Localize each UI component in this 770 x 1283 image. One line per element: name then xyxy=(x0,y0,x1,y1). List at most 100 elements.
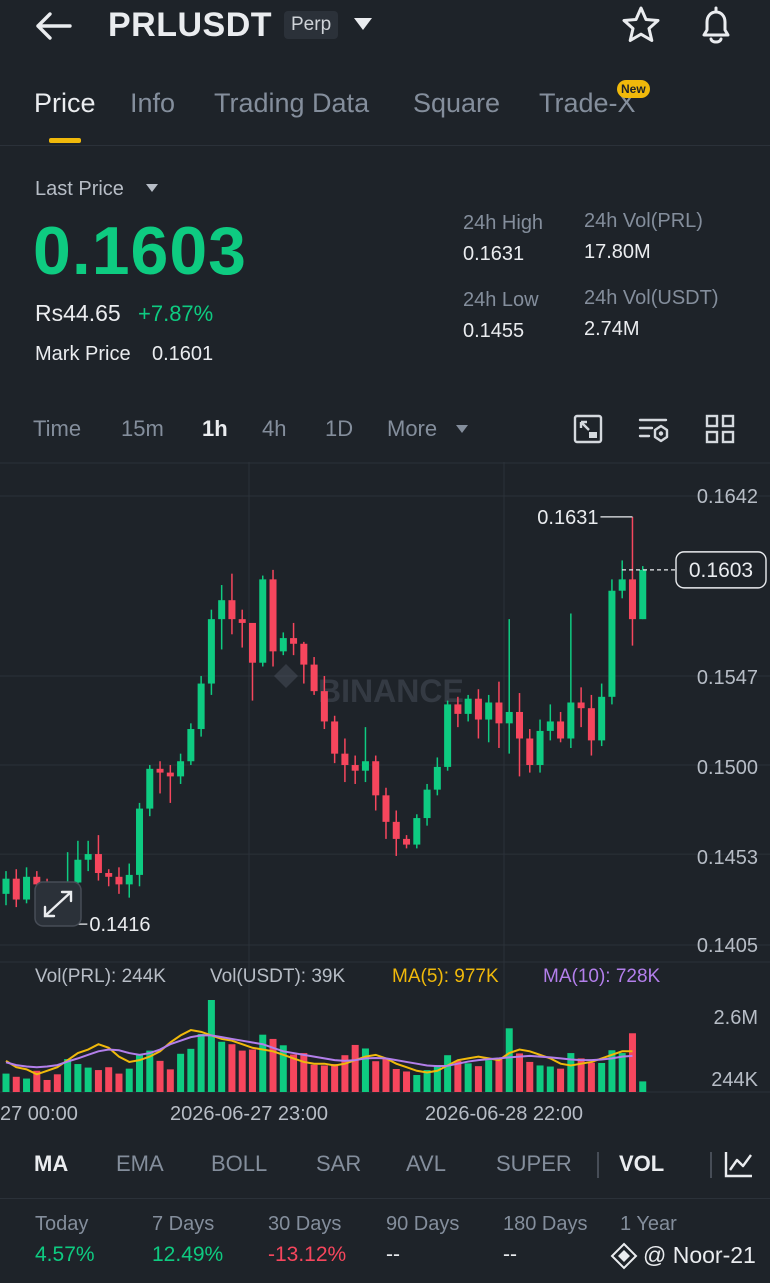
last-price-label[interactable]: Last Price xyxy=(35,178,124,201)
interval-1h[interactable]: 1h xyxy=(202,416,228,442)
binance-logo-icon xyxy=(610,1242,638,1270)
favorite-star-icon[interactable] xyxy=(620,4,662,46)
volume-bar xyxy=(485,1060,493,1092)
volume-bar xyxy=(12,1076,20,1092)
vol-base-label: 24h Vol(PRL) xyxy=(584,210,703,232)
perf-180d-value: -- xyxy=(503,1243,517,1266)
mark-price-value: 0.1601 xyxy=(152,343,214,365)
indicator-vol[interactable]: VOL xyxy=(619,1151,664,1177)
tab-bar: Price Info Trading Data Square Trade-X xyxy=(0,80,770,144)
vol-base-value: 17.80M xyxy=(584,241,651,263)
low-24h-value: 0.1455 xyxy=(463,320,525,342)
candle-body xyxy=(639,569,647,620)
volume-bar xyxy=(207,1000,215,1092)
candle-body xyxy=(310,664,318,692)
interval-more[interactable]: More xyxy=(387,416,437,442)
candle-body xyxy=(156,768,164,773)
indicator-sar[interactable]: SAR xyxy=(316,1151,361,1177)
fiat-price: Rs44.65 xyxy=(35,300,121,326)
grid-layout-icon[interactable] xyxy=(703,412,737,446)
tab-trading-data[interactable]: Trading Data xyxy=(214,88,369,119)
tab-price[interactable]: Price xyxy=(34,88,96,119)
interval-1d[interactable]: 1D xyxy=(325,416,353,442)
volume-bar xyxy=(454,1060,462,1092)
new-badge: New xyxy=(617,80,650,98)
indicator-settings-icon[interactable] xyxy=(722,1148,756,1180)
fullscreen-icon[interactable] xyxy=(571,412,605,446)
volume-bar xyxy=(546,1066,554,1092)
volume-bar xyxy=(403,1071,411,1092)
volume-bar xyxy=(166,1069,174,1092)
price-change-percent: +7.87% xyxy=(138,301,214,326)
caret-down-icon[interactable] xyxy=(352,16,374,32)
interval-15m[interactable]: 15m xyxy=(121,416,164,442)
candle-body xyxy=(587,708,595,741)
ma10-legend: MA(10): 728K xyxy=(543,966,661,987)
candle-body xyxy=(372,761,380,796)
candle-body xyxy=(577,702,585,709)
interval-time[interactable]: Time xyxy=(33,416,81,442)
volume-axis-label: 2.6M xyxy=(714,1007,758,1029)
volume-bar xyxy=(310,1064,318,1092)
volume-bar xyxy=(331,1064,339,1092)
chart-settings-icon[interactable] xyxy=(637,412,671,446)
candle-body xyxy=(94,854,102,874)
notification-bell-icon[interactable] xyxy=(694,4,738,48)
candle-body xyxy=(84,854,92,860)
high-24h-value: 0.1631 xyxy=(463,243,525,265)
indicator-super[interactable]: SUPER xyxy=(496,1151,572,1177)
candle-body xyxy=(444,704,452,767)
volume-bar xyxy=(474,1066,482,1092)
volume-bar xyxy=(238,1050,246,1092)
volume-bar xyxy=(300,1053,308,1092)
volume-bar xyxy=(639,1081,647,1092)
volume-base-legend: Vol(PRL): 244K xyxy=(35,966,166,987)
candle-body xyxy=(464,698,472,714)
price-axis-label: 0.1547 xyxy=(697,667,758,689)
candle-body xyxy=(608,590,616,697)
expand-chart-button[interactable] xyxy=(34,881,82,927)
indicator-separator xyxy=(710,1152,712,1178)
candle-body xyxy=(177,761,185,777)
tab-info[interactable]: Info xyxy=(130,88,175,119)
volume-bar xyxy=(587,1062,595,1092)
indicator-boll[interactable]: BOLL xyxy=(211,1151,267,1177)
volume-bar xyxy=(43,1079,51,1092)
price-chart[interactable]: BINANCE 0.1642 0.1547 0.1500 0.1453 0.14… xyxy=(0,462,770,1142)
low-annotation: 0.1416 xyxy=(89,914,150,936)
caret-down-icon[interactable] xyxy=(455,424,469,434)
candle-body xyxy=(557,721,565,739)
tab-square[interactable]: Square xyxy=(413,88,500,119)
candle-body xyxy=(146,768,154,809)
perf-7d-value: 12.49% xyxy=(152,1243,224,1266)
caret-down-icon[interactable] xyxy=(145,183,159,193)
candle-body xyxy=(187,729,195,762)
vol-quote-value: 2.74M xyxy=(584,318,640,340)
candle-body xyxy=(269,579,277,652)
back-arrow-icon[interactable] xyxy=(30,8,76,44)
symbol-title[interactable]: PRLUSDT xyxy=(108,6,272,45)
candle-body xyxy=(598,696,606,741)
candle-body xyxy=(536,730,544,766)
volume-bar xyxy=(444,1055,452,1092)
volume-bar xyxy=(248,1049,256,1092)
perf-90d-label: 90 Days xyxy=(386,1213,460,1235)
volume-bar xyxy=(2,1073,10,1092)
volume-bar xyxy=(526,1061,534,1092)
candle-body xyxy=(505,711,513,724)
indicator-avl[interactable]: AVL xyxy=(406,1151,446,1177)
interval-4h[interactable]: 4h xyxy=(262,416,286,442)
perp-badge: Perp xyxy=(284,11,339,39)
volume-bar xyxy=(598,1062,606,1092)
indicator-ema[interactable]: EMA xyxy=(116,1151,164,1177)
candle-body xyxy=(331,721,339,754)
candle-body xyxy=(351,765,359,771)
candle-body xyxy=(516,711,523,739)
user-watermark: @ Noor-21 xyxy=(643,1242,756,1268)
indicator-ma[interactable]: MA xyxy=(34,1151,68,1177)
volume-bar xyxy=(361,1048,369,1092)
volume-bar xyxy=(382,1058,390,1092)
volume-bar xyxy=(197,1033,205,1092)
volume-bar xyxy=(218,1041,226,1092)
perf-30d-label: 30 Days xyxy=(268,1213,342,1235)
